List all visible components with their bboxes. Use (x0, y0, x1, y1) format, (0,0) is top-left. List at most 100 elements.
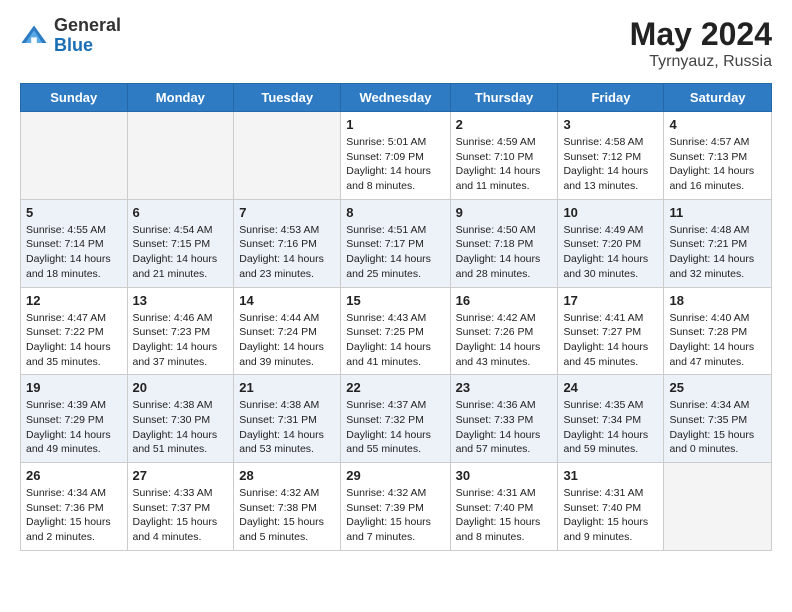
calendar-cell: 18Sunrise: 4:40 AM Sunset: 7:28 PM Dayli… (664, 287, 772, 375)
day-number: 30 (456, 468, 553, 483)
day-info: Sunrise: 4:37 AM Sunset: 7:32 PM Dayligh… (346, 398, 444, 457)
day-number: 1 (346, 117, 444, 132)
logo-blue: Blue (54, 36, 121, 56)
day-number: 20 (133, 380, 229, 395)
title-location: Tyrnyauz, Russia (630, 53, 772, 71)
calendar-cell: 30Sunrise: 4:31 AM Sunset: 7:40 PM Dayli… (450, 463, 558, 551)
day-number: 14 (239, 293, 335, 308)
calendar-cell: 9 Sunrise: 4:50 AM Sunset: 7:18 PM Daylig… (450, 199, 558, 287)
day-info: Sunrise: 4:58 AM Sunset: 7:12 PM Dayligh… (563, 135, 658, 194)
day-info: Sunrise: 4:33 AM Sunset: 7:37 PM Dayligh… (133, 486, 229, 545)
calendar-cell (21, 112, 128, 200)
calendar-cell: 20Sunrise: 4:38 AM Sunset: 7:30 PM Dayli… (127, 375, 234, 463)
day-info: Sunrise: 4:46 AM Sunset: 7:23 PM Dayligh… (133, 311, 229, 370)
calendar-cell: 23Sunrise: 4:36 AM Sunset: 7:33 PM Dayli… (450, 375, 558, 463)
calendar-cell: 5 Sunrise: 4:55 AM Sunset: 7:14 PM Daylig… (21, 199, 128, 287)
day-number: 10 (563, 205, 658, 220)
day-info: Sunrise: 4:57 AM Sunset: 7:13 PM Dayligh… (669, 135, 766, 194)
day-number: 13 (133, 293, 229, 308)
day-number: 21 (239, 380, 335, 395)
header-thursday: Thursday (450, 84, 558, 112)
day-info: Sunrise: 5:01 AM Sunset: 7:09 PM Dayligh… (346, 135, 444, 194)
day-info: Sunrise: 4:47 AM Sunset: 7:22 PM Dayligh… (26, 311, 122, 370)
day-number: 24 (563, 380, 658, 395)
calendar-cell: 15 Sunrise: 4:43 AM Sunset: 7:25 PM Dayli… (341, 287, 450, 375)
day-info: Sunrise: 4:42 AM Sunset: 7:26 PM Dayligh… (456, 311, 553, 370)
calendar-cell: 14 Sunrise: 4:44 AM Sunset: 7:24 PM Dayli… (234, 287, 341, 375)
title-month: May 2024 (630, 16, 772, 53)
header-wednesday: Wednesday (341, 84, 450, 112)
calendar-cell: 2 Sunrise: 4:59 AM Sunset: 7:10 PM Daylig… (450, 112, 558, 200)
day-info: Sunrise: 4:53 AM Sunset: 7:16 PM Dayligh… (239, 223, 335, 282)
calendar-cell: 28 Sunrise: 4:32 AM Sunset: 7:38 PM Dayli… (234, 463, 341, 551)
calendar-table: Sunday Monday Tuesday Wednesday Thursday… (20, 83, 772, 551)
calendar-cell: 8 Sunrise: 4:51 AM Sunset: 7:17 PM Daylig… (341, 199, 450, 287)
day-info: Sunrise: 4:32 AM Sunset: 7:39 PM Dayligh… (346, 486, 444, 545)
day-number: 8 (346, 205, 444, 220)
calendar-cell: 26 Sunrise: 4:34 AM Sunset: 7:36 PM Dayli… (21, 463, 128, 551)
day-info: Sunrise: 4:41 AM Sunset: 7:27 PM Dayligh… (563, 311, 658, 370)
day-number: 16 (456, 293, 553, 308)
week-row-3: 19 Sunrise: 4:39 AM Sunset: 7:29 PM Dayli… (21, 375, 772, 463)
calendar-cell: 7Sunrise: 4:53 AM Sunset: 7:16 PM Daylig… (234, 199, 341, 287)
header-monday: Monday (127, 84, 234, 112)
day-info: Sunrise: 4:54 AM Sunset: 7:15 PM Dayligh… (133, 223, 229, 282)
day-number: 17 (563, 293, 658, 308)
weekday-header-row: Sunday Monday Tuesday Wednesday Thursday… (21, 84, 772, 112)
day-number: 5 (26, 205, 122, 220)
day-number: 18 (669, 293, 766, 308)
day-info: Sunrise: 4:50 AM Sunset: 7:18 PM Dayligh… (456, 223, 553, 282)
calendar-cell: 12 Sunrise: 4:47 AM Sunset: 7:22 PM Dayli… (21, 287, 128, 375)
calendar-cell: 6Sunrise: 4:54 AM Sunset: 7:15 PM Daylig… (127, 199, 234, 287)
calendar-cell: 11 Sunrise: 4:48 AM Sunset: 7:21 PM Dayli… (664, 199, 772, 287)
day-info: Sunrise: 4:44 AM Sunset: 7:24 PM Dayligh… (239, 311, 335, 370)
calendar-cell: 13 Sunrise: 4:46 AM Sunset: 7:23 PM Dayli… (127, 287, 234, 375)
day-info: Sunrise: 4:51 AM Sunset: 7:17 PM Dayligh… (346, 223, 444, 282)
calendar-cell: 27Sunrise: 4:33 AM Sunset: 7:37 PM Dayli… (127, 463, 234, 551)
day-info: Sunrise: 4:31 AM Sunset: 7:40 PM Dayligh… (563, 486, 658, 545)
calendar-cell (664, 463, 772, 551)
logo: General Blue (20, 16, 121, 56)
calendar-cell (127, 112, 234, 200)
day-number: 26 (26, 468, 122, 483)
calendar-cell (234, 112, 341, 200)
logo-icon (20, 22, 48, 50)
day-number: 11 (669, 205, 766, 220)
day-info: Sunrise: 4:39 AM Sunset: 7:29 PM Dayligh… (26, 398, 122, 457)
calendar-cell: 3 Sunrise: 4:58 AM Sunset: 7:12 PM Daylig… (558, 112, 664, 200)
logo-text: General Blue (54, 16, 121, 56)
day-number: 31 (563, 468, 658, 483)
day-number: 2 (456, 117, 553, 132)
day-number: 15 (346, 293, 444, 308)
day-info: Sunrise: 4:59 AM Sunset: 7:10 PM Dayligh… (456, 135, 553, 194)
day-number: 28 (239, 468, 335, 483)
day-info: Sunrise: 4:32 AM Sunset: 7:38 PM Dayligh… (239, 486, 335, 545)
week-row-4: 26 Sunrise: 4:34 AM Sunset: 7:36 PM Dayli… (21, 463, 772, 551)
day-number: 3 (563, 117, 658, 132)
day-info: Sunrise: 4:48 AM Sunset: 7:21 PM Dayligh… (669, 223, 766, 282)
day-info: Sunrise: 4:43 AM Sunset: 7:25 PM Dayligh… (346, 311, 444, 370)
calendar-cell: 4 Sunrise: 4:57 AM Sunset: 7:13 PM Daylig… (664, 112, 772, 200)
day-number: 9 (456, 205, 553, 220)
day-number: 29 (346, 468, 444, 483)
day-info: Sunrise: 4:34 AM Sunset: 7:36 PM Dayligh… (26, 486, 122, 545)
calendar-cell: 21Sunrise: 4:38 AM Sunset: 7:31 PM Dayli… (234, 375, 341, 463)
calendar-cell: 31 Sunrise: 4:31 AM Sunset: 7:40 PM Dayli… (558, 463, 664, 551)
page: General Blue May 2024 Tyrnyauz, Russia S… (0, 0, 792, 571)
header-friday: Friday (558, 84, 664, 112)
calendar-cell: 1 Sunrise: 5:01 AM Sunset: 7:09 PM Daylig… (341, 112, 450, 200)
header-tuesday: Tuesday (234, 84, 341, 112)
header: General Blue May 2024 Tyrnyauz, Russia (20, 16, 772, 71)
week-row-1: 5 Sunrise: 4:55 AM Sunset: 7:14 PM Daylig… (21, 199, 772, 287)
calendar-cell: 29 Sunrise: 4:32 AM Sunset: 7:39 PM Dayli… (341, 463, 450, 551)
day-number: 12 (26, 293, 122, 308)
day-info: Sunrise: 4:55 AM Sunset: 7:14 PM Dayligh… (26, 223, 122, 282)
header-saturday: Saturday (664, 84, 772, 112)
calendar-cell: 17 Sunrise: 4:41 AM Sunset: 7:27 PM Dayli… (558, 287, 664, 375)
day-number: 4 (669, 117, 766, 132)
calendar-cell: 10 Sunrise: 4:49 AM Sunset: 7:20 PM Dayli… (558, 199, 664, 287)
day-info: Sunrise: 4:36 AM Sunset: 7:33 PM Dayligh… (456, 398, 553, 457)
day-number: 19 (26, 380, 122, 395)
calendar-cell: 22Sunrise: 4:37 AM Sunset: 7:32 PM Dayli… (341, 375, 450, 463)
day-info: Sunrise: 4:49 AM Sunset: 7:20 PM Dayligh… (563, 223, 658, 282)
